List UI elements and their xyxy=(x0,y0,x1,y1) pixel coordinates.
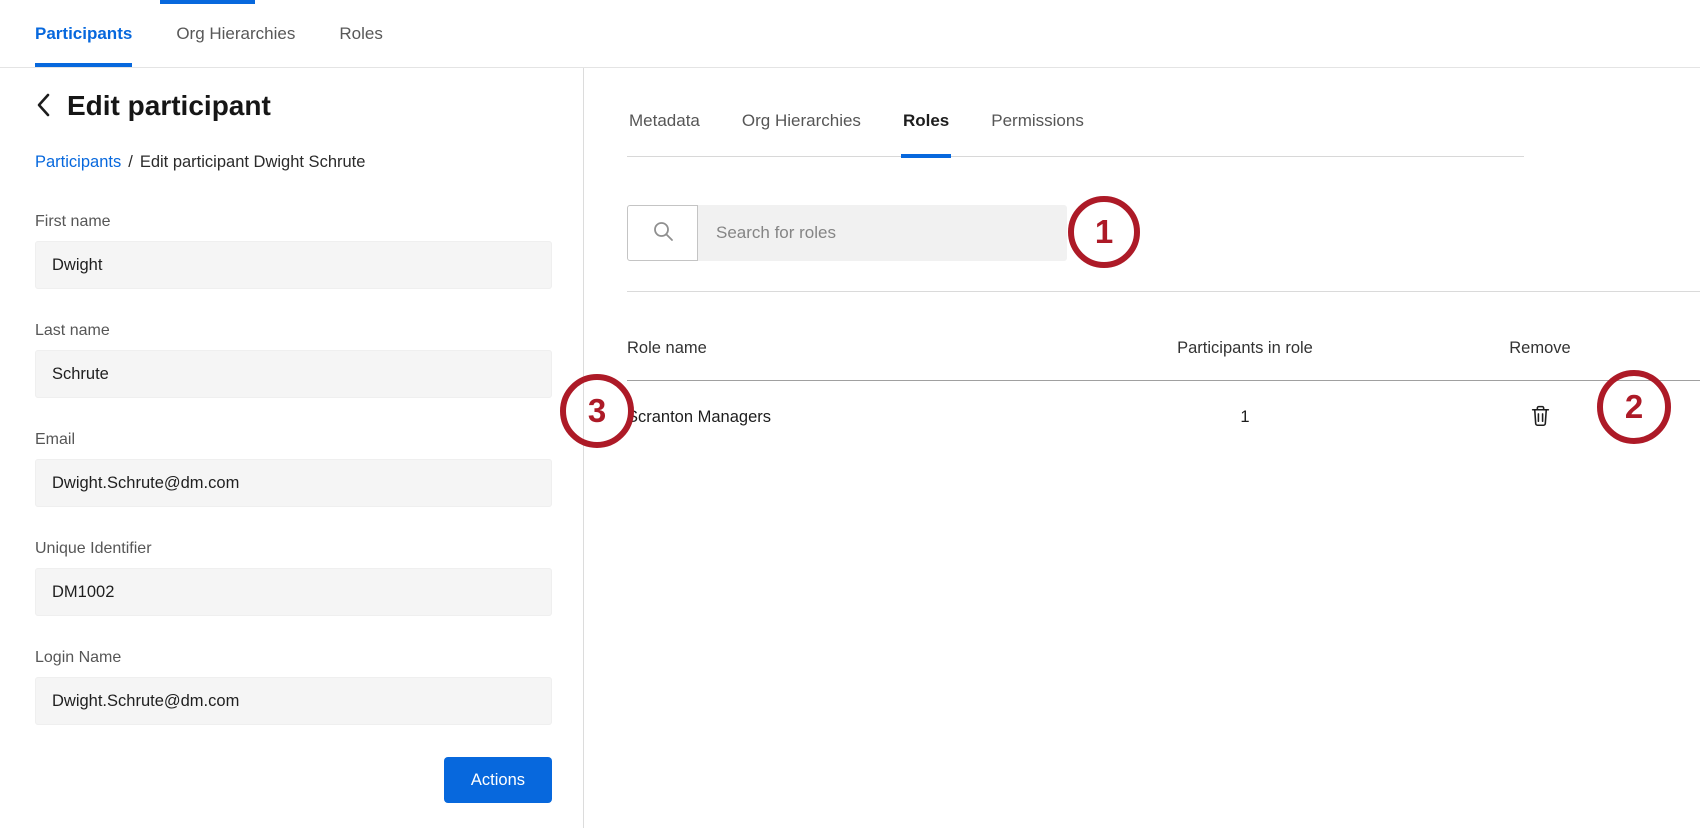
breadcrumb-current: Edit participant Dwight Schrute xyxy=(140,153,366,171)
tab-roles[interactable]: Roles xyxy=(901,110,951,156)
annotation-circle-2: 2 xyxy=(1597,370,1671,444)
content: Edit participant Participants / Edit parti… xyxy=(0,68,1700,828)
top-tab-participants[interactable]: Participants xyxy=(35,0,132,67)
header-participants-in-role: Participants in role xyxy=(1030,339,1460,358)
search-icon-box[interactable] xyxy=(627,205,698,261)
top-tab-org-hierarchies[interactable]: Org Hierarchies xyxy=(176,0,295,67)
table-row: Scranton Managers 1 xyxy=(627,381,1700,453)
breadcrumb-link-participants[interactable]: Participants xyxy=(35,153,121,171)
top-tab-roles[interactable]: Roles xyxy=(339,0,382,67)
roles-search xyxy=(627,205,1067,261)
tab-metadata[interactable]: Metadata xyxy=(627,110,702,156)
field-email: Email xyxy=(35,430,552,507)
actions-row: Actions xyxy=(35,757,552,803)
login-name-input[interactable] xyxy=(35,677,552,725)
first-name-input[interactable] xyxy=(35,241,552,289)
back-button[interactable] xyxy=(35,92,51,121)
login-name-label: Login Name xyxy=(35,648,552,668)
participants-in-role-cell: 1 xyxy=(1030,408,1460,427)
last-name-label: Last name xyxy=(35,321,552,341)
email-input[interactable] xyxy=(35,459,552,507)
panel-header: Edit participant xyxy=(35,88,583,124)
field-last-name: Last name xyxy=(35,321,552,398)
tab-org-hierarchies[interactable]: Org Hierarchies xyxy=(740,110,863,156)
annotation-circle-3: 3 xyxy=(560,374,634,448)
breadcrumb-separator: / xyxy=(128,153,133,171)
header-remove: Remove xyxy=(1460,339,1620,358)
unique-identifier-input[interactable] xyxy=(35,568,552,616)
top-accent-bar xyxy=(160,0,255,4)
search-row xyxy=(627,205,1700,261)
actions-button[interactable]: Actions xyxy=(444,757,552,803)
participant-detail-panel: Metadata Org Hierarchies Roles Permissio… xyxy=(584,68,1700,828)
first-name-label: First name xyxy=(35,212,552,232)
detail-tabs: Metadata Org Hierarchies Roles Permissio… xyxy=(627,110,1524,157)
unique-identifier-label: Unique Identifier xyxy=(35,539,552,559)
remove-role-button[interactable] xyxy=(1460,404,1620,430)
annotation-circle-1: 1 xyxy=(1068,196,1140,268)
role-name-cell: Scranton Managers xyxy=(627,408,1030,427)
field-unique-identifier: Unique Identifier xyxy=(35,539,552,616)
search-input[interactable] xyxy=(698,205,1067,261)
roles-table-header: Role name Participants in role Remove xyxy=(627,292,1700,380)
top-nav: Participants Org Hierarchies Roles xyxy=(0,0,1700,68)
search-icon xyxy=(652,220,674,247)
chevron-left-icon xyxy=(35,92,51,121)
email-label: Email xyxy=(35,430,552,450)
header-role-name: Role name xyxy=(627,339,1030,358)
page: Participants Org Hierarchies Roles Edit … xyxy=(0,0,1700,828)
field-login-name: Login Name xyxy=(35,648,552,725)
page-title: Edit participant xyxy=(67,88,271,124)
field-first-name: First name xyxy=(35,212,552,289)
tab-permissions[interactable]: Permissions xyxy=(989,110,1086,156)
last-name-input[interactable] xyxy=(35,350,552,398)
edit-participant-panel: Edit participant Participants / Edit parti… xyxy=(0,68,584,828)
breadcrumb: Participants / Edit participant Dwight Sch… xyxy=(35,151,583,173)
trash-icon xyxy=(1530,404,1551,430)
